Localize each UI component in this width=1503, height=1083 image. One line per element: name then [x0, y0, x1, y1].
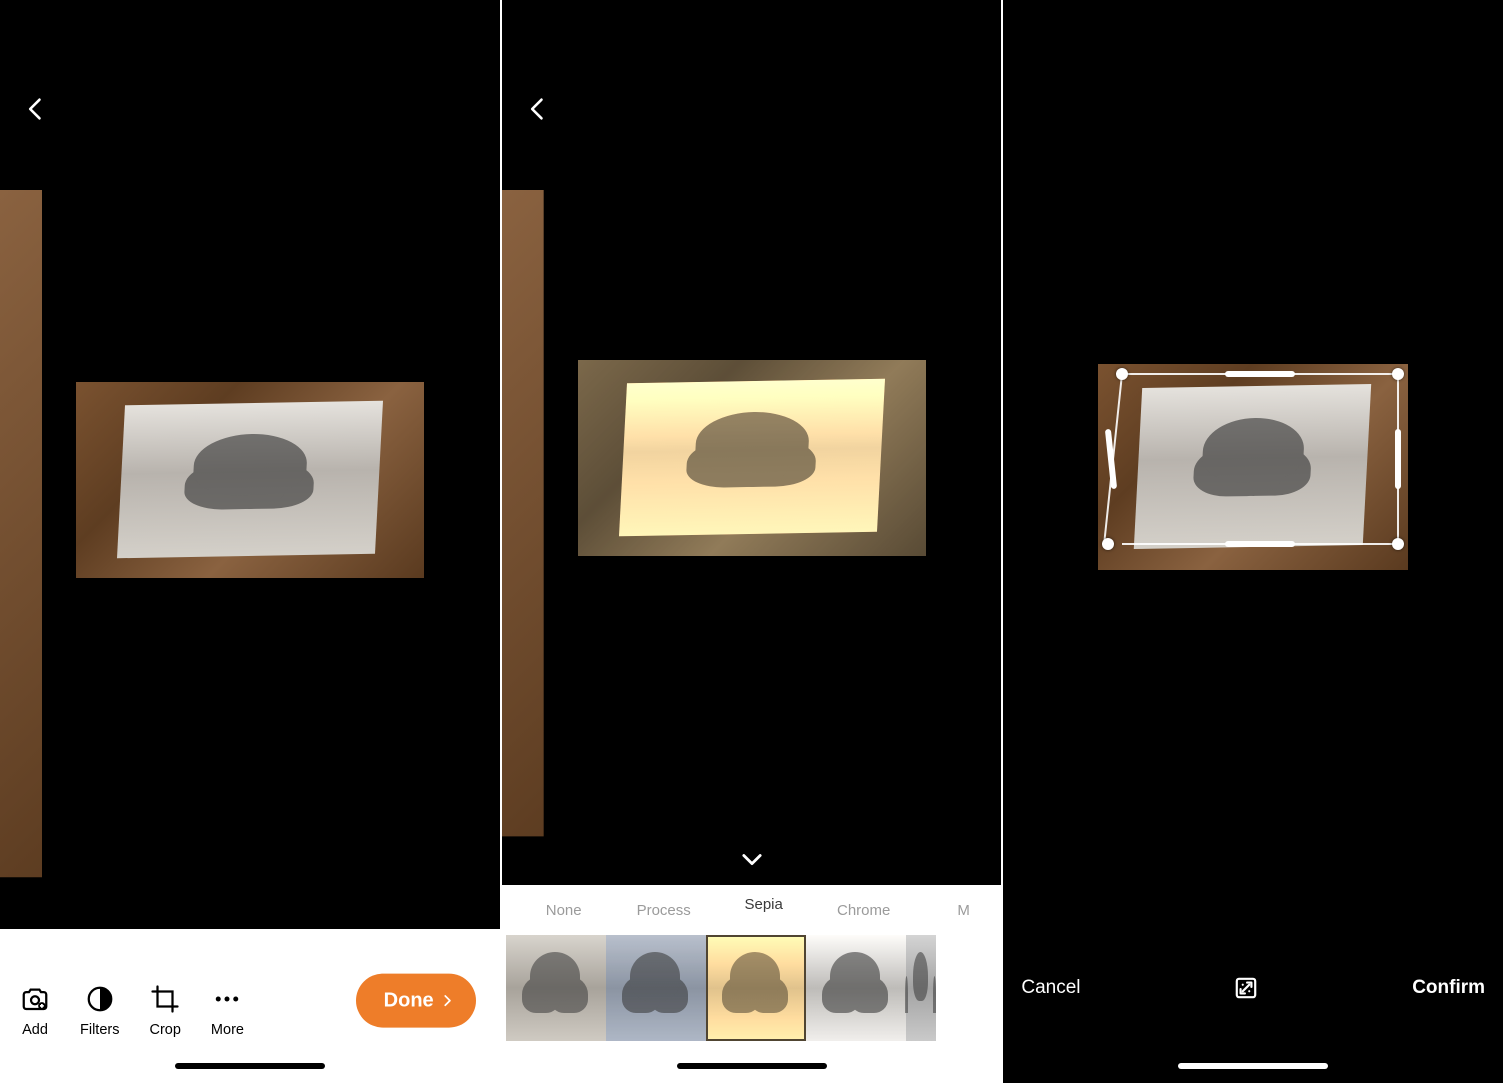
photo-content	[1134, 384, 1372, 549]
filter-option-mono[interactable]: M	[914, 902, 1002, 919]
filter-thumb-process[interactable]	[606, 935, 706, 1041]
crop-screen: Cancel Confirm	[1001, 0, 1503, 1083]
more-icon	[212, 984, 242, 1014]
home-indicator[interactable]	[1178, 1063, 1328, 1069]
crop-handle-tl[interactable]	[1116, 368, 1128, 380]
camera-add-icon	[20, 984, 50, 1014]
crop-handle-bl[interactable]	[1102, 538, 1114, 550]
photo-content	[117, 401, 383, 558]
done-button[interactable]: Done	[356, 974, 476, 1028]
crop-button[interactable]: Crop	[149, 984, 180, 1038]
filter-option-process[interactable]: Process	[614, 902, 714, 919]
preview-area	[1003, 0, 1503, 933]
done-label: Done	[384, 989, 434, 1012]
cancel-button[interactable]: Cancel	[1021, 977, 1080, 999]
edit-toolbar: Add Filters Crop More	[0, 929, 500, 1083]
edit-screen: Add Filters Crop More	[0, 0, 500, 1083]
filter-option-none[interactable]: None	[514, 902, 614, 919]
photo-content	[619, 379, 885, 536]
tool-group: Add Filters Crop More	[20, 984, 244, 1038]
crop-mid-top[interactable]	[1225, 371, 1295, 377]
tool-label: More	[211, 1022, 244, 1038]
filters-button[interactable]: Filters	[80, 984, 119, 1038]
filter-option-sepia[interactable]: Sepia	[714, 896, 814, 913]
tool-label: Add	[22, 1022, 48, 1038]
home-indicator[interactable]	[175, 1063, 325, 1069]
filters-icon	[85, 984, 115, 1014]
filter-thumb-none[interactable]	[506, 935, 606, 1041]
filter-labels-row: None Process Sepia Chrome M	[502, 885, 1002, 935]
crop-footer: Cancel Confirm	[1003, 933, 1503, 1083]
add-button[interactable]: Add	[20, 984, 50, 1038]
filters-screen: None Process Sepia Chrome M	[500, 0, 1002, 1083]
collapse-filters-button[interactable]	[738, 845, 766, 873]
filter-strip: None Process Sepia Chrome M	[502, 885, 1002, 1083]
chevron-right-icon	[440, 990, 454, 1012]
scanned-photo[interactable]	[578, 360, 926, 556]
scanned-photo[interactable]	[1098, 364, 1408, 570]
filter-option-chrome[interactable]: Chrome	[814, 902, 914, 919]
crop-mid-bottom[interactable]	[1225, 541, 1295, 547]
crop-icon	[150, 984, 180, 1014]
filter-thumb-chrome[interactable]	[806, 935, 906, 1041]
preview-area	[502, 0, 1002, 885]
preview-area	[0, 0, 500, 929]
filter-thumbs-row[interactable]	[502, 935, 1002, 1083]
more-button[interactable]: More	[211, 984, 244, 1038]
expand-crop-button[interactable]	[1231, 973, 1261, 1003]
prev-photo-sliver[interactable]	[502, 190, 544, 885]
crop-handle-tr[interactable]	[1392, 368, 1404, 380]
crop-handle-br[interactable]	[1392, 538, 1404, 550]
tool-label: Filters	[80, 1022, 119, 1038]
crop-mid-left[interactable]	[1105, 428, 1117, 488]
tool-label: Crop	[149, 1022, 180, 1038]
filter-thumb-mono[interactable]	[906, 935, 936, 1041]
scanned-photo[interactable]	[76, 382, 424, 578]
crop-mid-right[interactable]	[1395, 429, 1401, 489]
filter-thumb-sepia[interactable]	[706, 935, 806, 1041]
confirm-button[interactable]: Confirm	[1412, 977, 1485, 999]
prev-photo-sliver[interactable]	[0, 190, 42, 929]
home-indicator[interactable]	[677, 1063, 827, 1069]
